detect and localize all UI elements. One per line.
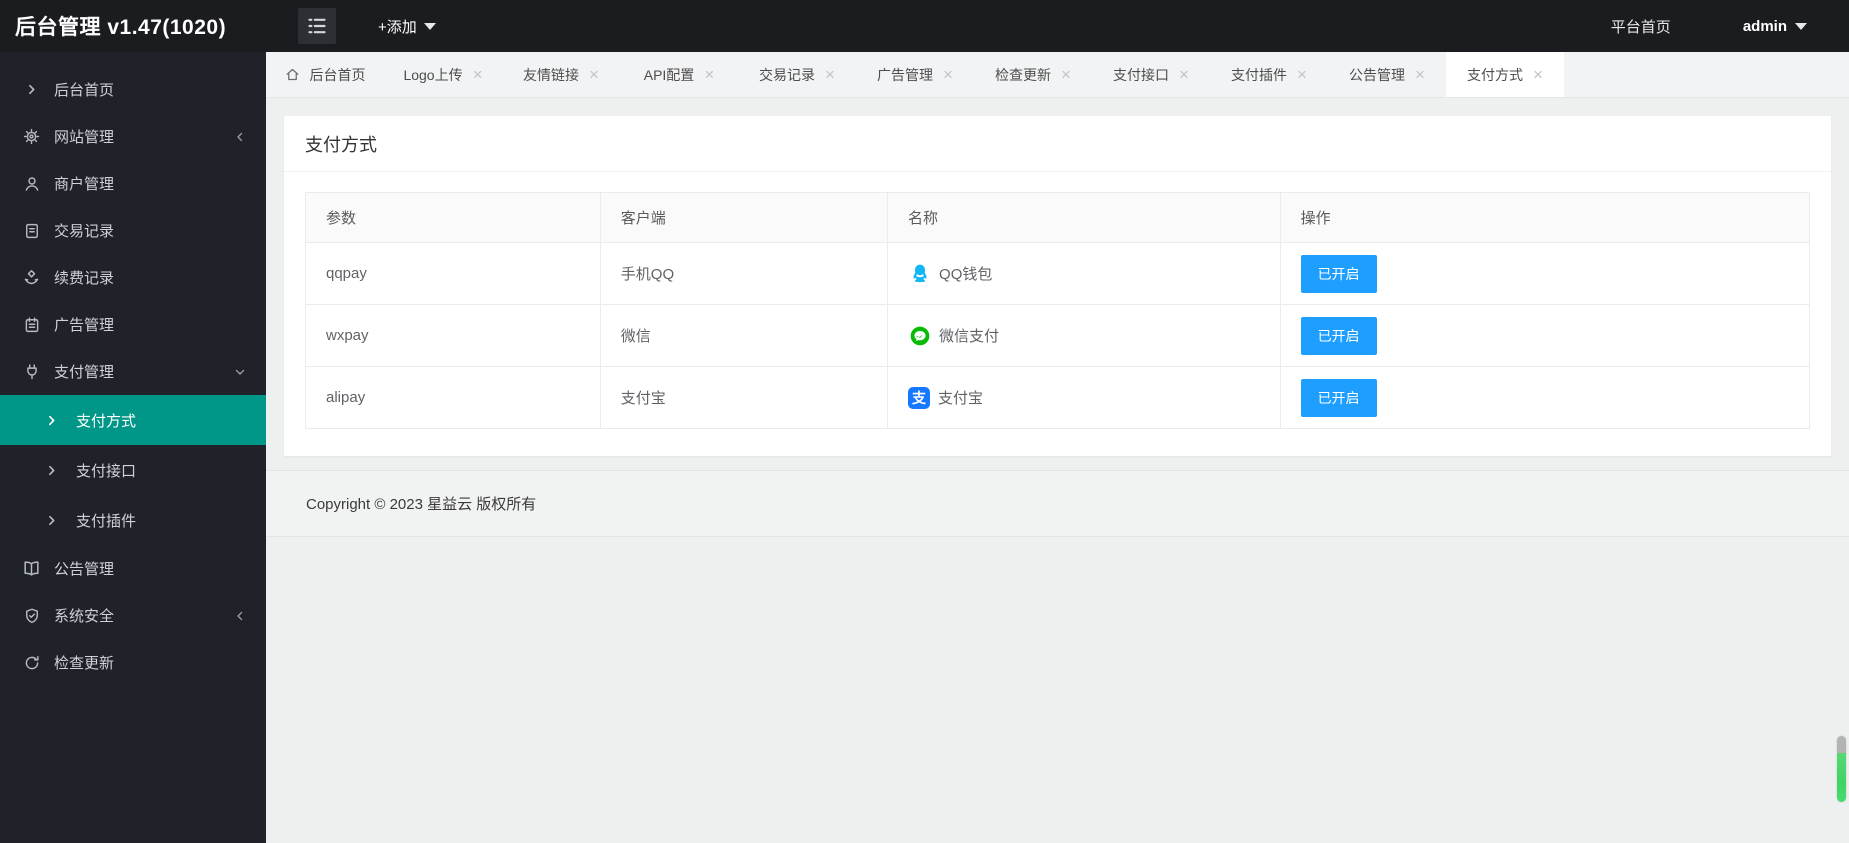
clipboard-icon [22,315,41,334]
sidebar-item-payment-methods[interactable]: 支付方式 [0,395,266,445]
document-icon [22,221,41,240]
name-cell: 微信支付 [887,304,1281,367]
table-row: qqpay 手机QQ QQ钱包 已开启 [305,242,1811,305]
tab-payment-plugins[interactable]: 支付插件 × [1210,52,1328,97]
tab-check-updates[interactable]: 检查更新 × [974,52,1092,97]
client-cell: 微信 [599,304,889,367]
user-icon [22,174,41,193]
home-icon [285,67,300,82]
column-header-client: 客户端 [599,192,889,243]
payment-methods-table: 参数 客户端 名称 操作 qqpay 手机QQ QQ钱包 已开启 wxpay 微… [305,192,1811,429]
top-header: 后台管理 v1.47(1020) +添加 平台首页 admin [0,0,1849,52]
app-title: 后台管理 v1.47(1020) [15,16,227,39]
sidebar-item-system-security[interactable]: 系统安全 [0,592,266,639]
close-icon[interactable]: × [473,66,483,83]
close-icon[interactable]: × [1179,66,1189,83]
tab-payment-interface[interactable]: 支付接口 × [1092,52,1210,97]
content-area: 支付方式 参数 客户端 名称 操作 qqpay 手机QQ QQ钱包 已开启 wx… [266,98,1849,842]
close-icon[interactable]: × [1533,66,1543,83]
status-enabled-button[interactable]: 已开启 [1300,316,1377,355]
close-icon[interactable]: × [704,66,714,83]
name-cell: QQ钱包 [887,242,1281,305]
page-title: 支付方式 [284,116,1831,172]
menu-list-icon [308,18,326,34]
name-cell: 支 支付宝 [887,366,1281,429]
sidebar-item-backend-home[interactable]: 后台首页 [0,66,266,113]
shield-check-icon [22,606,41,625]
close-icon[interactable]: × [825,66,835,83]
status-enabled-button[interactable]: 已开启 [1300,254,1377,293]
sidebar-item-site-management[interactable]: 网站管理 [0,113,266,160]
sidebar-toggle-button[interactable] [298,8,336,44]
tab-payment-methods[interactable]: 支付方式 × [1446,52,1564,97]
close-icon[interactable]: × [589,66,599,83]
sidebar-item-payment-plugins[interactable]: 支付插件 [0,495,266,545]
chevron-right-icon [44,463,58,477]
admin-app-window: 后台管理 v1.47(1020) +添加 平台首页 admin 后台首页 网站管… [0,0,1849,843]
copyright-text: Copyright © 2023 星益云 版权所有 [306,496,537,513]
action-cell: 已开启 [1279,242,1811,305]
username-label: admin [1742,17,1787,35]
user-menu[interactable]: admin [1743,18,1807,35]
sidebar-item-check-updates[interactable]: 检查更新 [0,639,266,686]
refresh-icon [22,653,41,672]
sidebar-item-payment-interface[interactable]: 支付接口 [0,445,266,495]
tab-backend-home[interactable]: 后台首页 [266,52,384,97]
table-row: wxpay 微信 微信支付 已开启 [305,304,1811,367]
action-cell: 已开启 [1279,304,1811,367]
sidebar-nav: 后台首页 网站管理 商户管理 交易记录 续费记录 广告管理 支付管理 支付方式 … [0,52,266,843]
status-enabled-button[interactable]: 已开启 [1300,378,1377,417]
tab-friend-links[interactable]: 友情链接 × [502,52,620,97]
sidebar-item-announcement-management[interactable]: 公告管理 [0,545,266,592]
chevron-down-icon [234,366,246,378]
table-header-row: 参数 客户端 名称 操作 [305,192,1811,243]
payment-methods-card: 支付方式 参数 客户端 名称 操作 qqpay 手机QQ QQ钱包 已开启 wx… [284,116,1831,456]
client-cell: 手机QQ [599,242,889,305]
tab-ad-management[interactable]: 广告管理 × [856,52,974,97]
book-icon [22,559,41,578]
close-icon[interactable]: × [943,66,953,83]
chevron-right-icon [22,80,41,99]
scrollbar-progress [1837,753,1846,802]
sidebar-item-transaction-records[interactable]: 交易记录 [0,207,266,254]
table-row: alipay 支付宝 支 支付宝 已开启 [305,366,1811,429]
sidebar-item-renewal-records[interactable]: 续费记录 [0,254,266,301]
wechat-pay-icon [908,324,931,347]
chevron-left-icon [234,131,246,143]
action-cell: 已开启 [1279,366,1811,429]
client-cell: 支付宝 [599,366,889,429]
tab-bar: 后台首页 Logo上传 × 友情链接 × API配置 × 交易记录 × 广告管理… [266,52,1849,98]
sidebar-item-merchant-management[interactable]: 商户管理 [0,160,266,207]
plug-icon [22,362,41,381]
column-header-name: 名称 [887,192,1281,243]
chevron-right-icon [44,513,58,527]
param-cell: qqpay [305,242,601,305]
close-icon[interactable]: × [1297,66,1307,83]
add-dropdown-button[interactable]: +添加 [378,16,436,37]
column-header-param: 参数 [305,192,601,243]
footer: Copyright © 2023 星益云 版权所有 [266,470,1849,537]
gear-icon [22,127,41,146]
caret-down-icon [1795,22,1807,30]
close-icon[interactable]: × [1415,66,1425,83]
main-area: 后台首页 Logo上传 × 友情链接 × API配置 × 交易记录 × 广告管理… [266,52,1849,843]
param-cell: wxpay [305,304,601,367]
alipay-icon: 支 [908,386,931,409]
tab-announcement-management[interactable]: 公告管理 × [1328,52,1446,97]
sidebar-item-payment-management[interactable]: 支付管理 [0,348,266,395]
tab-api-config[interactable]: API配置 × [620,52,738,97]
sidebar-item-ad-management[interactable]: 广告管理 [0,301,266,348]
chevron-right-icon [44,413,58,427]
param-cell: alipay [305,366,601,429]
column-header-action: 操作 [1279,192,1811,243]
scrollbar-thumb[interactable] [1837,736,1846,802]
tab-transaction-records[interactable]: 交易记录 × [738,52,856,97]
renewal-hands-icon [22,268,41,287]
caret-down-icon [423,22,436,30]
qq-wallet-icon [908,262,931,285]
close-icon[interactable]: × [1061,66,1071,83]
tab-logo-upload[interactable]: Logo上传 × [384,52,502,97]
platform-home-link[interactable]: 平台首页 [1611,16,1671,37]
chevron-left-icon [234,610,246,622]
